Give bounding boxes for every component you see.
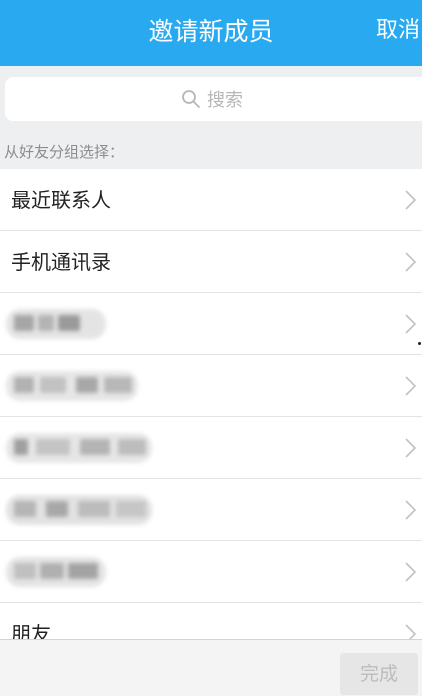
search-input[interactable]: 搜索 xyxy=(5,77,422,121)
bottom-bar: 完成 xyxy=(0,639,422,696)
list-item-phone-contacts[interactable]: 手机通讯录 xyxy=(0,231,422,293)
list-item[interactable] xyxy=(0,541,422,603)
search-placeholder: 搜索 xyxy=(207,90,243,111)
blurred-name xyxy=(6,371,138,401)
list-item[interactable] xyxy=(0,293,422,355)
chevron-right-icon xyxy=(405,624,417,639)
chevron-right-icon xyxy=(405,376,417,396)
chevron-right-icon xyxy=(405,190,417,210)
chevron-right-icon xyxy=(405,252,417,272)
blurred-name xyxy=(6,309,106,339)
nav-bar: 邀请新成员 取消 xyxy=(0,0,422,66)
cancel-button[interactable]: 取消 xyxy=(376,0,420,66)
blurred-name xyxy=(6,433,152,463)
list-item-friends[interactable]: 朋友 xyxy=(0,603,422,639)
search-icon xyxy=(182,90,200,108)
group-list: 最近联系人 手机通讯录 朋友 xyxy=(0,169,422,639)
list-item[interactable] xyxy=(0,417,422,479)
list-item[interactable] xyxy=(0,479,422,541)
list-item-label: 朋友 xyxy=(11,622,51,639)
list-item-label: 手机通讯录 xyxy=(11,250,111,274)
stray-dot xyxy=(418,342,421,345)
chevron-right-icon xyxy=(405,438,417,458)
chevron-right-icon xyxy=(405,562,417,582)
done-button[interactable]: 完成 xyxy=(340,653,418,695)
search-area: 搜索 xyxy=(0,66,422,134)
section-header: 从好友分组选择： xyxy=(0,134,422,169)
page-title: 邀请新成员 xyxy=(148,17,274,46)
chevron-right-icon xyxy=(405,500,417,520)
chevron-right-icon xyxy=(405,314,417,334)
list-item-label: 最近联系人 xyxy=(11,188,111,212)
list-item[interactable] xyxy=(0,355,422,417)
blurred-name xyxy=(6,557,106,587)
list-item-recent-contacts[interactable]: 最近联系人 xyxy=(0,169,422,231)
blurred-name xyxy=(6,495,152,525)
